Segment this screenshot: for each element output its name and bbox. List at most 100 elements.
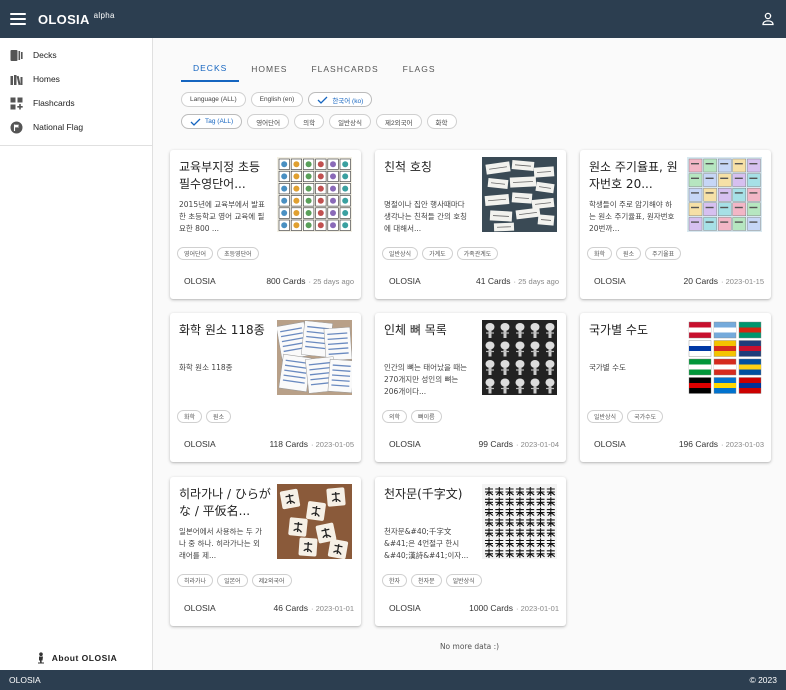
account-icon[interactable]	[760, 11, 776, 27]
deck-meta: 800 Cards · 25 days ago	[266, 276, 354, 286]
deck-card[interactable]: 국가별 수도 국가별 수도 일반상식 국가수도 OLOSIA 196 Cards · 202…	[580, 313, 771, 462]
chip-tag[interactable]: 의학	[294, 114, 325, 129]
deck-owner[interactable]: OLOSIA	[389, 439, 421, 449]
deck-date: · 25 days ago	[513, 277, 559, 286]
alpha-badge: alpha	[93, 11, 115, 20]
chip-tag[interactable]: 영어단어	[247, 114, 290, 129]
footer-copyright: © 2023	[749, 675, 777, 685]
deck-tag[interactable]: 일반상식	[445, 574, 482, 587]
deck-tag[interactable]: 화학	[587, 247, 613, 260]
deck-card-count: 800 Cards	[266, 276, 306, 286]
sidebar-item-homes[interactable]: Homes	[0, 67, 152, 91]
deck-date: · 2023-01-01	[516, 604, 559, 613]
deck-card[interactable]: 친척 호칭 명절이나 집안 행사때마다 생각나는 친척들 간의 호칭에 대해서..…	[375, 150, 566, 299]
sidebar-item-label: Homes	[33, 74, 60, 84]
deck-tag[interactable]: 가계도	[422, 247, 453, 260]
chip-label: 한국어 (ko)	[332, 97, 364, 105]
deck-tag[interactable]: 초등영단어	[217, 247, 259, 260]
deck-tag[interactable]: 한자	[382, 574, 408, 587]
no-more-data: No more data :)	[439, 642, 500, 651]
deck-description: 인간의 뼈는 태어났을 때는 270개지만 성인의 뼈는 206개이다...	[384, 363, 468, 396]
deck-tag[interactable]: 영어단어	[177, 247, 214, 260]
chip-tag[interactable]: 일반상식	[329, 114, 371, 129]
deck-footer: OLOSIA 196 Cards · 2023-01-03	[580, 437, 771, 451]
sidebar-item-national-flag[interactable]: National Flag	[0, 115, 152, 139]
deck-date: · 2023-01-03	[721, 440, 764, 449]
deck-tag[interactable]: 히라가나	[177, 574, 214, 587]
tag-filter: Tag (ALL) 영어단어 의학 일반상식 제2외국어 화학	[181, 114, 457, 129]
deck-tag[interactable]: 가족관계도	[456, 247, 499, 260]
deck-owner[interactable]: OLOSIA	[594, 439, 626, 449]
deck-card-count: 196 Cards	[678, 439, 719, 449]
deck-title: 히라가나 / ひらがな / 平仮名...	[179, 487, 271, 518]
chip-tag-all[interactable]: Tag (ALL)	[181, 114, 243, 129]
deck-owner[interactable]: OLOSIA	[389, 276, 421, 286]
deck-meta: 20 Cards · 2023-01-15	[684, 276, 764, 286]
chip-language-en[interactable]: English (en)	[250, 92, 304, 107]
tab-decks[interactable]: DECKS	[181, 56, 240, 82]
language-filter: Language (ALL) English (en) 한국어 (ko)	[181, 92, 373, 107]
deck-thumbnail	[482, 320, 557, 395]
deck-owner[interactable]: OLOSIA	[594, 276, 626, 286]
deck-card-count: 99 Cards	[478, 439, 514, 449]
menu-icon[interactable]	[10, 13, 26, 25]
deck-title: 화학 원소 118종	[179, 323, 265, 337]
deck-card-count: 46 Cards	[273, 603, 309, 613]
deck-card[interactable]: 인체 뼈 목록 인간의 뼈는 태어났을 때는 270개지만 성인의 뼈는 206개…	[375, 313, 566, 462]
about-label: About OLOSIA	[51, 653, 118, 663]
deck-card[interactable]: 원소 주기율표, 원자번호 20... 학생들이 주로 암기해야 하는 원소 주기…	[580, 150, 771, 299]
deck-card[interactable]: 천자문(千字文) 천자문&#40;千字文&#41;은 4언절구 한시&#40;漢詩…	[375, 477, 566, 626]
deck-card[interactable]: 화학 원소 118종 화학 원소 118종 화학 원소 OLOSIA 118 Cards ·…	[170, 313, 361, 462]
deck-tag[interactable]: 뼈이름	[411, 410, 442, 423]
deck-owner[interactable]: OLOSIA	[184, 276, 216, 286]
sidebar-item-label: National Flag	[33, 122, 84, 132]
chip-language-all[interactable]: Language (ALL)	[181, 92, 246, 107]
chip-tag[interactable]: 화학	[426, 114, 457, 129]
deck-tags: 히라가나 일본어 제2외국어	[177, 574, 292, 587]
homes-icon	[10, 74, 23, 85]
check-icon	[317, 96, 328, 104]
deck-tag[interactable]: 일반상식	[382, 247, 419, 260]
deck-description: 천자문&#40;千字文&#41;은 4언절구 한시&#40;漢詩&#41;이자.…	[384, 527, 469, 560]
deck-tag[interactable]: 화학	[177, 410, 203, 423]
sidebar-item-flashcards[interactable]: Flashcards	[0, 91, 152, 115]
deck-description: 2015년에 교육부에서 발표한 초등학교 영어 교육에 필요한 800 ...	[179, 200, 265, 233]
app-title[interactable]: OLOSIA alpha	[38, 11, 115, 27]
deck-description: 학생들이 주로 암기해야 하는 원소 주기율표, 원자번호 20번까...	[589, 200, 675, 233]
deck-title: 국가별 수도	[589, 323, 649, 337]
deck-date: · 2023-01-01	[311, 604, 354, 613]
deck-tag[interactable]: 원소	[206, 410, 232, 423]
about-link[interactable]: About OLOSIA	[0, 652, 153, 664]
deck-thumbnail	[277, 484, 352, 559]
deck-tag[interactable]: 국가수도	[627, 410, 664, 423]
deck-tag[interactable]: 주기율표	[645, 247, 682, 260]
tab-flags[interactable]: FLAGS	[391, 56, 448, 82]
deck-footer: OLOSIA 20 Cards · 2023-01-15	[580, 274, 771, 288]
chip-language-ko[interactable]: 한국어 (ko)	[308, 92, 373, 107]
deck-card[interactable]: 교육부지정 초등필수영단어... 2015년에 교육부에서 발표한 초등학교 영어…	[170, 150, 361, 299]
deck-tag[interactable]: 일본어	[217, 574, 248, 587]
sidebar-item-decks[interactable]: Decks	[0, 43, 152, 67]
deck-owner[interactable]: OLOSIA	[184, 439, 216, 449]
deck-tag[interactable]: 제2외국어	[251, 574, 292, 587]
deck-footer: OLOSIA 1000 Cards · 2023-01-01	[375, 601, 566, 615]
tab-homes[interactable]: HOMES	[239, 56, 299, 82]
deck-description: 일본어에서 사용하는 두 가나 중 하나. 히라가나는 외래어를 제...	[179, 527, 263, 560]
deck-meta: 196 Cards · 2023-01-03	[679, 439, 764, 449]
deck-tags: 의학 뼈이름	[382, 410, 442, 423]
deck-tag[interactable]: 천자문	[411, 574, 442, 587]
deck-tag[interactable]: 일반상식	[587, 410, 624, 423]
person-icon	[37, 652, 44, 664]
deck-owner[interactable]: OLOSIA	[184, 603, 216, 613]
deck-card[interactable]: 히라가나 / ひらがな / 平仮名... 일본어에서 사용하는 두 가나 중 하나…	[170, 477, 361, 626]
deck-thumbnail	[277, 320, 352, 395]
deck-thumbnail	[277, 157, 352, 232]
deck-meta: 46 Cards · 2023-01-01	[274, 603, 354, 613]
footer: OLOSIA © 2023	[0, 670, 786, 690]
deck-tag[interactable]: 의학	[382, 410, 408, 423]
tab-flashcards[interactable]: FLASHCARDS	[299, 56, 390, 82]
chip-tag[interactable]: 제2외국어	[376, 114, 422, 129]
deck-owner[interactable]: OLOSIA	[389, 603, 421, 613]
deck-tag[interactable]: 원소	[616, 247, 642, 260]
deck-footer: OLOSIA 118 Cards · 2023-01-05	[170, 437, 361, 451]
